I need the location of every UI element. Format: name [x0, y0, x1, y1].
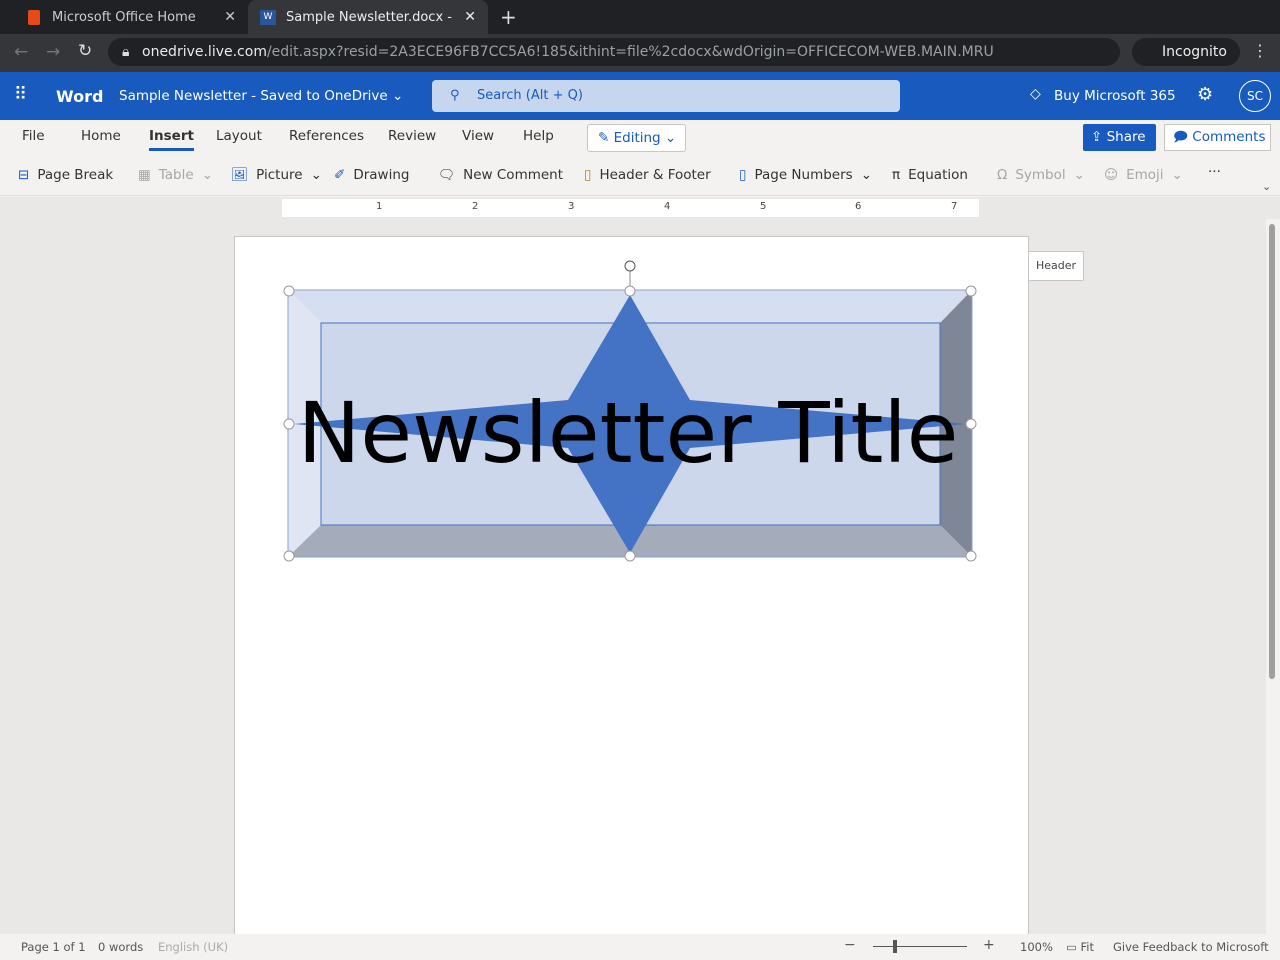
zoom-level[interactable]: 100%: [1020, 940, 1053, 954]
page-count: Page 1 of 1: [21, 940, 86, 954]
word-count: 0 words: [98, 940, 144, 954]
fit-label: Fit: [1080, 940, 1095, 954]
newsletter-title-text[interactable]: Newsletter Title: [298, 384, 959, 482]
title-shape[interactable]: Newsletter Title: [0, 0, 1280, 960]
feedback-link[interactable]: Give Feedback to Microsoft: [1113, 940, 1269, 954]
zoom-slider-thumb[interactable]: [893, 940, 897, 953]
zoom-out-button[interactable]: −: [844, 937, 856, 953]
rotate-handle-icon[interactable]: [624, 260, 636, 272]
language[interactable]: English (UK): [158, 940, 228, 954]
fit-button[interactable]: ▭ Fit: [1066, 940, 1094, 954]
zoom-in-button[interactable]: +: [983, 937, 995, 953]
zoom-slider[interactable]: [873, 940, 967, 953]
